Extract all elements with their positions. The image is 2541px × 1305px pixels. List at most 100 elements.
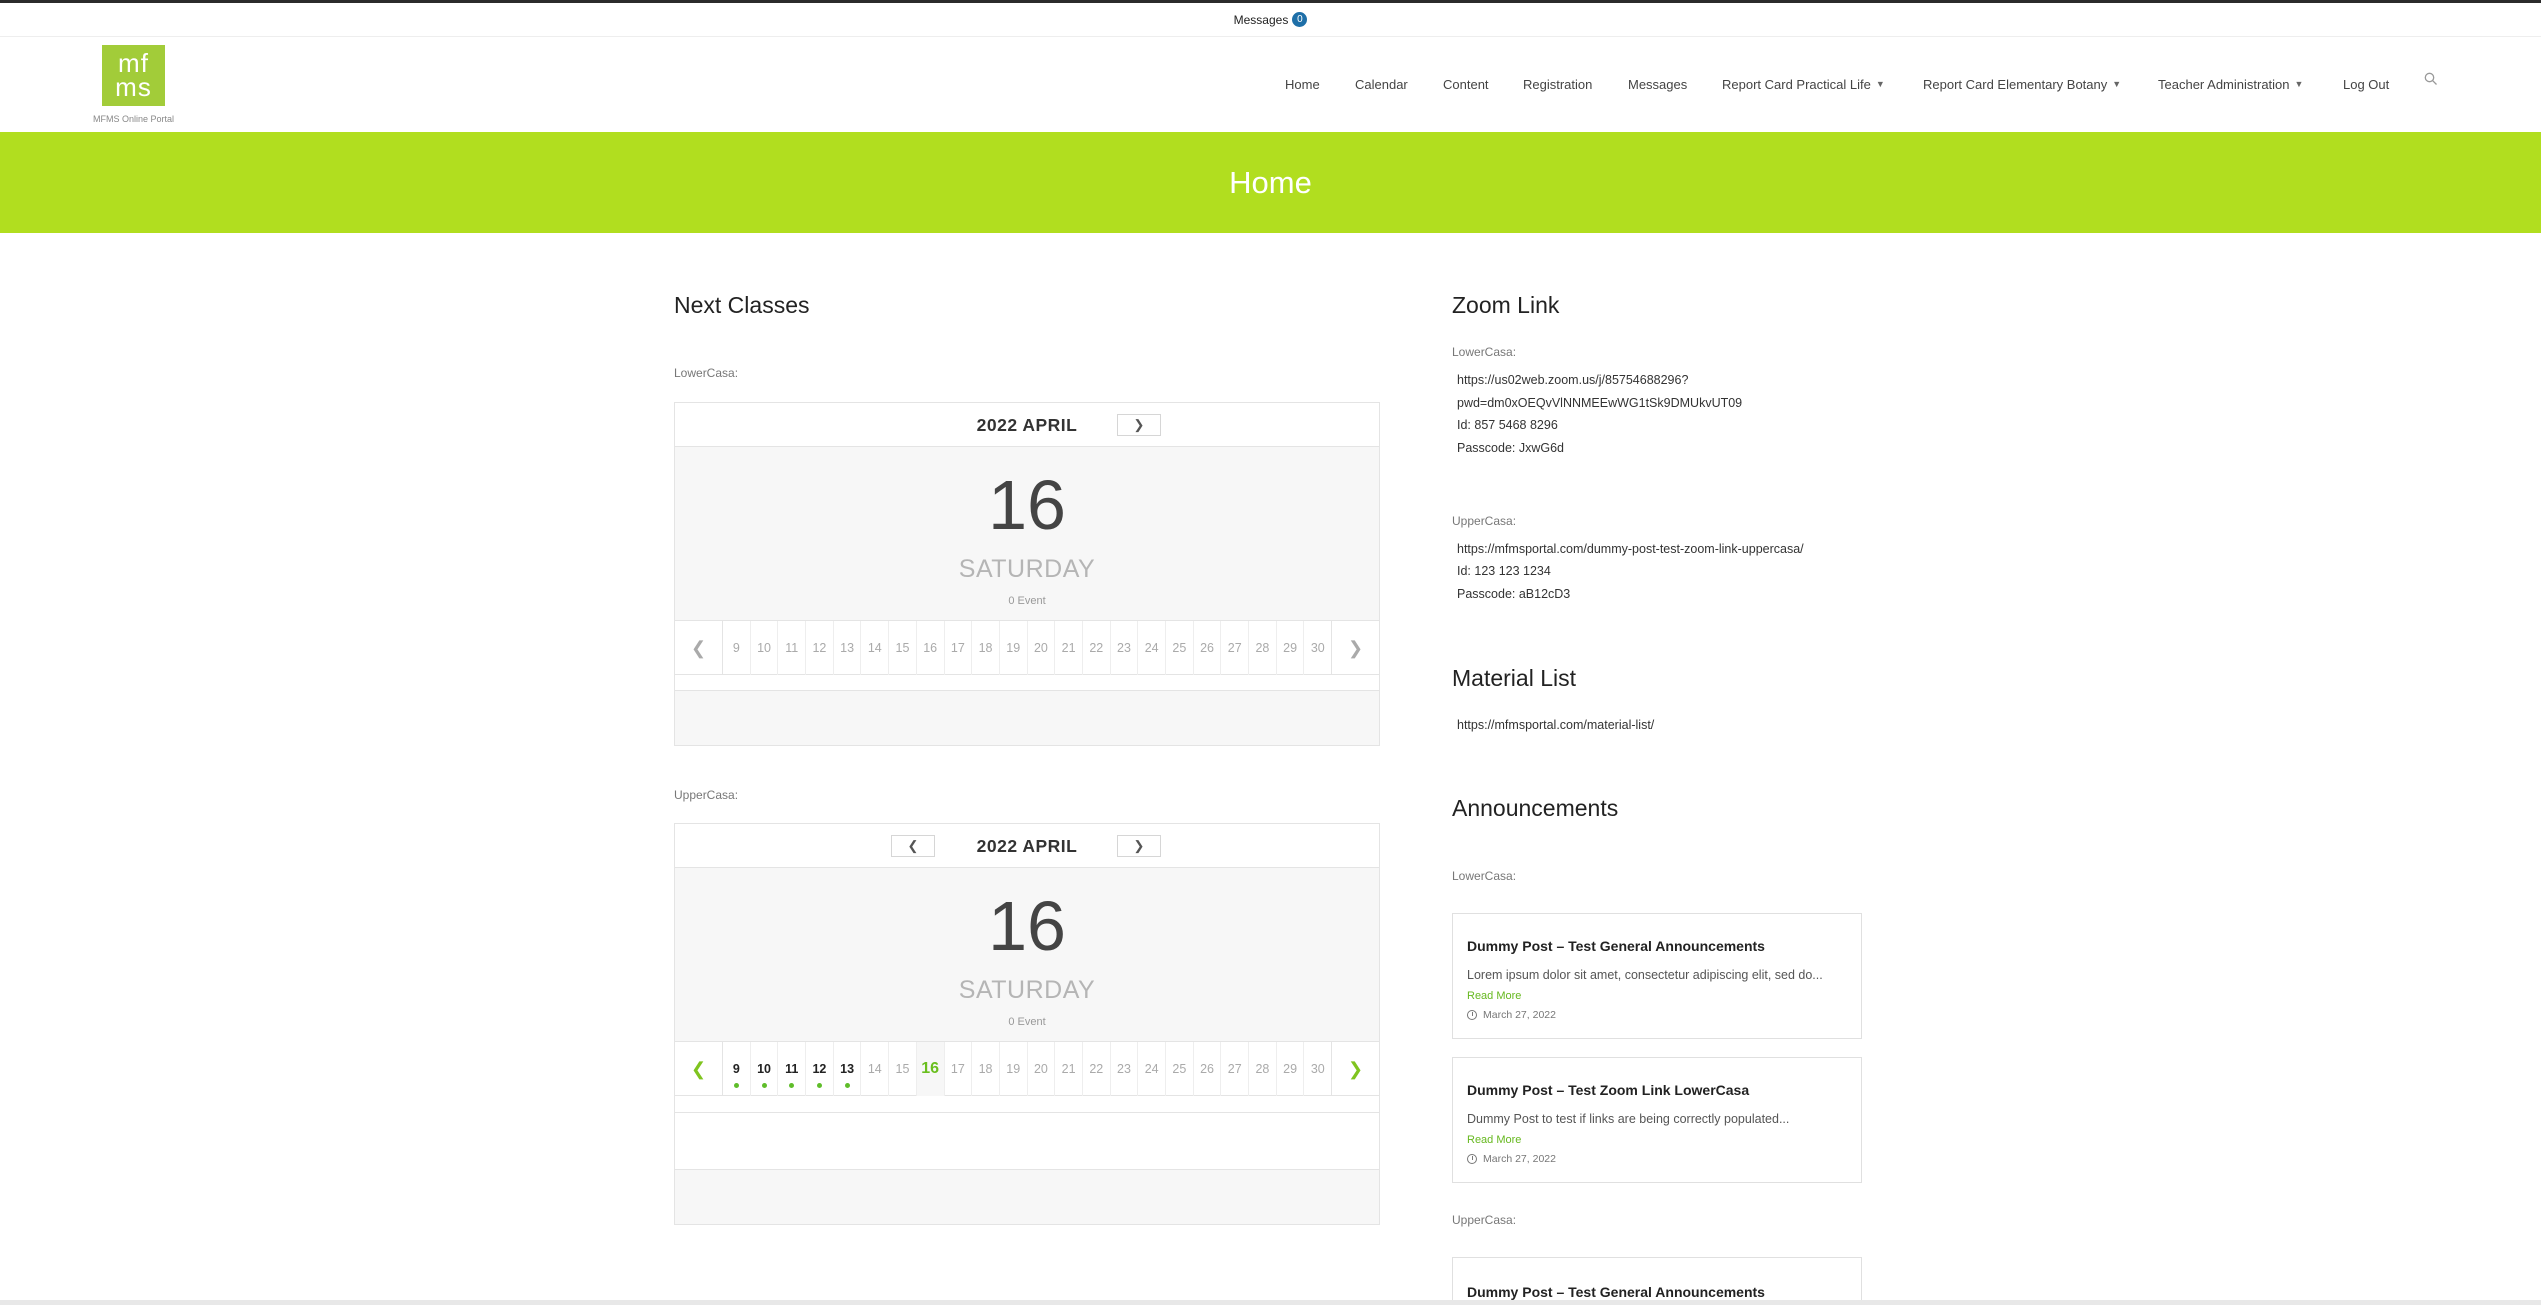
page-banner: Home xyxy=(0,132,2541,233)
logo-line-2: ms xyxy=(115,72,152,102)
calendar-day-22[interactable]: 22 xyxy=(1083,1042,1111,1096)
calendar-day-16[interactable]: 16 xyxy=(917,621,945,675)
calendar-day-21[interactable]: 21 xyxy=(1055,1042,1083,1096)
calendar-day-10[interactable]: 10 xyxy=(751,621,779,675)
calendar-day-14[interactable]: 14 xyxy=(861,621,890,675)
nav-registration[interactable]: Registration xyxy=(1523,74,1592,94)
calendar-month: 2022 APRIL xyxy=(976,836,1078,856)
calendar-day-26[interactable]: 26 xyxy=(1194,1042,1222,1096)
next-month-button[interactable]: ❯ xyxy=(1117,835,1161,857)
next-days-button[interactable]: ❯ xyxy=(1331,1042,1379,1096)
calendar-day-12[interactable]: 12 xyxy=(806,1042,834,1096)
next-month-button[interactable]: ❯ xyxy=(1117,414,1161,436)
zoom-lowercasa-link-line-1[interactable]: https://us02web.zoom.us/j/85754688296? xyxy=(1457,373,1688,387)
calendar-header: 2022 APRIL ❯ xyxy=(675,403,1379,447)
calendar-day-27[interactable]: 27 xyxy=(1221,621,1250,675)
calendar-day-25[interactable]: 25 xyxy=(1166,1042,1194,1096)
day-strip: ❮ 9 10 11 12 13 14 15 16 17 18 19 20 21 22 23 24 25 26 27 2… xyxy=(675,1042,1379,1096)
calendar-events-area xyxy=(675,1170,1379,1224)
nav-calendar[interactable]: Calendar xyxy=(1355,74,1408,94)
calendar-day-24[interactable]: 24 xyxy=(1138,621,1166,675)
calendar-day-9[interactable]: 9 xyxy=(723,1042,751,1096)
nav-report-card-practical-life[interactable]: Report Card Practical Life ▼ xyxy=(1722,74,1885,94)
calendar-day-28[interactable]: 28 xyxy=(1249,1042,1277,1096)
messages-link[interactable]: Messages xyxy=(1234,13,1289,27)
nav-home-label: Home xyxy=(1285,76,1320,92)
messages-count-badge: 0 xyxy=(1292,12,1308,27)
calendar-day-30[interactable]: 30 xyxy=(1304,1042,1331,1096)
nav-messages[interactable]: Messages xyxy=(1628,74,1687,94)
calendar-day-13[interactable]: 13 xyxy=(834,1042,862,1096)
zoom-lowercasa-link-line-2[interactable]: pwd=dm0xOEQvVlNNMEEwWG1tSk9DMUkvUT09 xyxy=(1457,396,1742,410)
calendar-day-23[interactable]: 23 xyxy=(1111,1042,1139,1096)
calendar-day-13[interactable]: 13 xyxy=(834,621,862,675)
calendar-day-22[interactable]: 22 xyxy=(1083,621,1111,675)
calendar-day-21[interactable]: 21 xyxy=(1055,621,1083,675)
calendar-day-29[interactable]: 29 xyxy=(1277,1042,1305,1096)
page-title: Home xyxy=(1229,164,1312,200)
calendar-day-17[interactable]: 17 xyxy=(945,621,973,675)
announcement-date-text: March 27, 2022 xyxy=(1483,1153,1556,1165)
nav-teacher-administration[interactable]: Teacher Administration ▼ xyxy=(2158,74,2303,94)
calendar-day-14[interactable]: 14 xyxy=(861,1042,890,1096)
lowercasa-calendar: 2022 APRIL ❯ 16 SATURDAY 0 Event ❮ 9 10 11… xyxy=(674,402,1380,746)
calendar-day-25[interactable]: 25 xyxy=(1166,621,1194,675)
calendar-day-29[interactable]: 29 xyxy=(1277,621,1305,675)
calendar-day-20[interactable]: 20 xyxy=(1028,1042,1056,1096)
day-strip: ❮ 9 10 11 12 13 14 15 16 17 18 19 20 21 22 23 24 25 26 27 2… xyxy=(675,621,1379,675)
calendar-day-18[interactable]: 18 xyxy=(972,621,1000,675)
calendar-day-18[interactable]: 18 xyxy=(972,1042,1000,1096)
announcement-card[interactable]: Dummy Post – Test General Announcements … xyxy=(1452,913,1862,1039)
nav-messages-label: Messages xyxy=(1628,76,1688,92)
nav-calendar-label: Calendar xyxy=(1355,76,1408,92)
calendar-day-12[interactable]: 12 xyxy=(806,621,834,675)
site-logo[interactable]: mf ms xyxy=(102,45,165,106)
calendar-day-15[interactable]: 15 xyxy=(889,621,917,675)
calendar-day-19[interactable]: 19 xyxy=(1000,621,1028,675)
nav-content[interactable]: Content xyxy=(1443,74,1489,94)
calendar-day-10[interactable]: 10 xyxy=(751,1042,779,1096)
prev-days-button[interactable]: ❮ xyxy=(675,621,723,675)
material-list-heading: Material List xyxy=(1452,665,1576,691)
calendar-day-11[interactable]: 11 xyxy=(778,621,807,675)
announcement-title[interactable]: Dummy Post – Test General Announcements xyxy=(1467,1284,1765,1300)
calendar-day-17[interactable]: 17 xyxy=(945,1042,973,1096)
calendar-day-27[interactable]: 27 xyxy=(1221,1042,1250,1096)
calendar-day-20[interactable]: 20 xyxy=(1028,621,1056,675)
prev-days-button[interactable]: ❮ xyxy=(675,1042,723,1096)
calendar-day-9[interactable]: 9 xyxy=(723,621,751,675)
day-strip-days: 9 10 11 12 13 14 15 16 17 18 19 20 21 22 23 24 25 26 27 28 2… xyxy=(723,621,1331,675)
announcement-title[interactable]: Dummy Post – Test General Announcements xyxy=(1467,938,1765,954)
material-list-link[interactable]: https://mfmsportal.com/material-list/ xyxy=(1457,718,1654,732)
calendar-day-19[interactable]: 19 xyxy=(1000,1042,1028,1096)
prev-month-button[interactable]: ❮ xyxy=(891,835,935,857)
selected-day-number: 16 xyxy=(988,466,1066,544)
announcement-title[interactable]: Dummy Post – Test Zoom Link LowerCasa xyxy=(1467,1082,1749,1098)
calendar-day-16[interactable]: 16 xyxy=(916,1042,945,1096)
nav-log-out[interactable]: Log Out xyxy=(2343,74,2389,94)
calendar-event-row xyxy=(675,1112,1379,1170)
chevron-left-icon: ❮ xyxy=(690,637,707,658)
next-days-button[interactable]: ❯ xyxy=(1331,621,1379,675)
zoom-uppercasa-link[interactable]: https://mfmsportal.com/dummy-post-test-z… xyxy=(1457,542,1804,556)
announcement-card[interactable]: Dummy Post – Test General Announcements xyxy=(1452,1257,1862,1300)
nav-home[interactable]: Home xyxy=(1285,74,1320,94)
read-more-link[interactable]: Read More xyxy=(1467,1134,1521,1146)
calendar-day-15[interactable]: 15 xyxy=(889,1042,917,1096)
search-icon[interactable] xyxy=(2424,72,2438,86)
lowercasa-calendar-label: LowerCasa: xyxy=(674,366,739,380)
announcement-card[interactable]: Dummy Post – Test Zoom Link LowerCasa Du… xyxy=(1452,1057,1862,1183)
calendar-spacer xyxy=(675,675,1379,691)
calendar-day-26[interactable]: 26 xyxy=(1194,621,1222,675)
calendar-selected-day: 16 SATURDAY 0 Event xyxy=(675,447,1379,621)
calendar-day-23[interactable]: 23 xyxy=(1111,621,1139,675)
calendar-day-28[interactable]: 28 xyxy=(1249,621,1277,675)
calendar-day-30[interactable]: 30 xyxy=(1304,621,1331,675)
chevron-left-icon: ❮ xyxy=(690,1058,707,1079)
calendar-month: 2022 APRIL xyxy=(976,415,1078,435)
selected-day-event-count: 0 Event xyxy=(1008,595,1046,607)
calendar-day-11[interactable]: 11 xyxy=(778,1042,807,1096)
calendar-day-24[interactable]: 24 xyxy=(1138,1042,1166,1096)
nav-report-card-elementary-botany[interactable]: Report Card Elementary Botany ▼ xyxy=(1923,74,2121,94)
read-more-link[interactable]: Read More xyxy=(1467,990,1521,1002)
